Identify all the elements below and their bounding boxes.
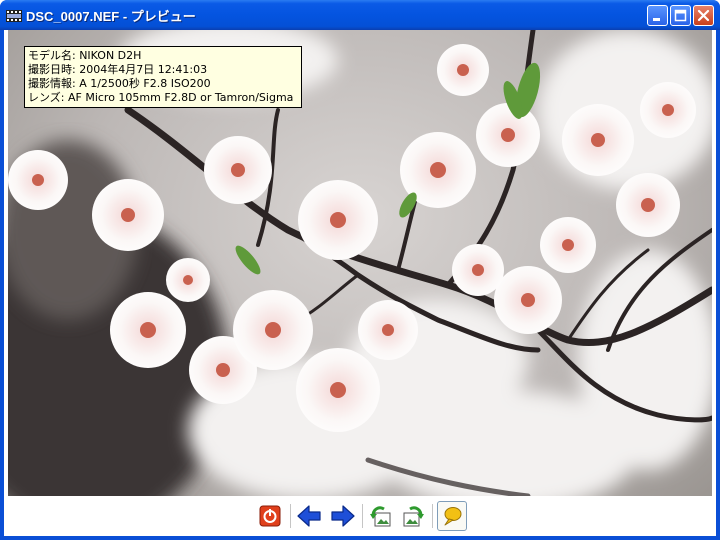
maximize-button[interactable] — [670, 5, 691, 26]
exif-model: モデル名: NIKON D2H — [28, 49, 142, 62]
rotate-right-button[interactable] — [398, 501, 428, 531]
preview-window: DSC_0007.NEF - プレビュー モデル名: NIKON D2H 撮影日… — [0, 0, 720, 540]
close-icon — [697, 9, 710, 22]
rotate-right-icon — [403, 506, 424, 527]
info-toggle-button[interactable] — [437, 501, 467, 531]
minimize-button[interactable] — [647, 5, 668, 26]
rotate-left-icon — [370, 506, 391, 527]
toolbar-separator — [290, 504, 291, 528]
minimize-icon — [653, 18, 660, 21]
speech-balloon-icon — [444, 507, 462, 526]
preview-toolbar — [4, 496, 716, 536]
previous-button[interactable] — [294, 501, 324, 531]
stop-button[interactable] — [255, 501, 285, 531]
client-area: モデル名: NIKON D2H 撮影日時: 2004年4月7日 12:41:03… — [4, 30, 716, 536]
toolbar-separator — [362, 504, 363, 528]
arrow-left-icon — [297, 505, 321, 527]
title-bar[interactable]: DSC_0007.NEF - プレビュー — [0, 0, 720, 30]
exif-date: 撮影日時: 2004年4月7日 12:41:03 — [28, 63, 208, 76]
next-button[interactable] — [328, 501, 358, 531]
window-title: DSC_0007.NEF - プレビュー — [26, 9, 196, 24]
exif-info-panel: モデル名: NIKON D2H 撮影日時: 2004年4月7日 12:41:03… — [24, 46, 302, 108]
stop-icon — [259, 505, 281, 527]
film-icon[interactable] — [6, 8, 22, 22]
close-button[interactable] — [693, 5, 714, 26]
exif-exposure: 撮影情報: A 1/2500秒 F2.8 ISO200 — [28, 77, 211, 90]
toolbar-separator — [432, 504, 433, 528]
arrow-right-icon — [331, 505, 355, 527]
maximize-icon — [674, 9, 687, 22]
exif-lens: レンズ: AF Micro 105mm F2.8D or Tamron/Sigm… — [28, 91, 294, 104]
rotate-left-button[interactable] — [366, 501, 396, 531]
